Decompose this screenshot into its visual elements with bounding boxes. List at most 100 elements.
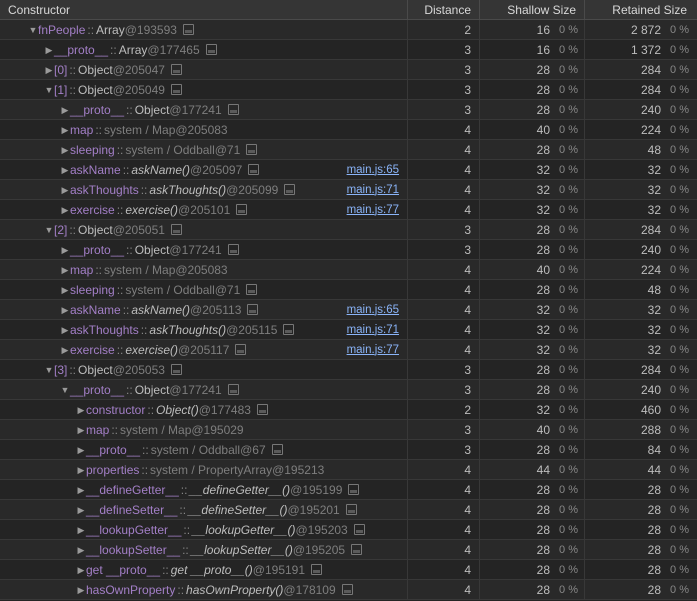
expand-right-icon[interactable]: ▶	[76, 580, 86, 599]
table-row[interactable]: ▶hasOwnProperty :: hasOwnProperty() @178…	[0, 580, 697, 600]
expand-right-icon[interactable]: ▶	[44, 40, 54, 59]
expand-right-icon[interactable]: ▶	[76, 480, 86, 499]
cell-distance: 4	[408, 260, 480, 279]
source-link[interactable]: main.js:65	[347, 160, 403, 179]
expand-right-icon[interactable]: ▶	[60, 160, 70, 179]
table-row[interactable]: ▶__proto__ :: Object @1772413280 %2400 %	[0, 240, 697, 260]
expand-right-icon[interactable]: ▶	[44, 60, 54, 79]
cell-shallow: 400 %	[480, 420, 585, 439]
expand-right-icon[interactable]: ▶	[60, 100, 70, 119]
table-row[interactable]: ▶askThoughts :: askThoughts() @205115mai…	[0, 320, 697, 340]
expand-down-icon[interactable]: ▼	[44, 220, 54, 239]
header-shallow[interactable]: Shallow Size	[480, 0, 585, 19]
source-link[interactable]: main.js:71	[347, 180, 403, 199]
table-row[interactable]: ▶__defineSetter__ :: __defineSetter__() …	[0, 500, 697, 520]
table-row[interactable]: ▶__proto__ :: Object @1772413280 %2400 %	[0, 100, 697, 120]
table-row[interactable]: ▶askName :: askName() @205113main.js:654…	[0, 300, 697, 320]
cell-constructor: ▶get __proto__ :: get __proto__() @19519…	[0, 560, 408, 579]
table-row[interactable]: ▶map :: system / Map @1950293400 %2880 %	[0, 420, 697, 440]
expand-right-icon[interactable]: ▶	[60, 140, 70, 159]
expand-right-icon[interactable]: ▶	[60, 280, 70, 299]
cell-distance: 4	[408, 460, 480, 479]
table-row[interactable]: ▶__proto__ :: system / Oddball @673280 %…	[0, 440, 697, 460]
table-row[interactable]: ▶[0] :: Object @2050473280 %2840 %	[0, 60, 697, 80]
expand-right-icon[interactable]: ▶	[76, 560, 86, 579]
type-label: Object	[135, 380, 170, 399]
source-link[interactable]: main.js:65	[347, 300, 403, 319]
cell-constructor: ▶__lookupSetter__ :: __lookupSetter__() …	[0, 540, 408, 559]
property-name: __proto__	[70, 380, 124, 399]
type-label: Object	[78, 360, 113, 379]
type-label: exercise()	[125, 340, 178, 359]
expand-right-icon[interactable]: ▶	[76, 420, 86, 439]
type-label: __defineSetter__()	[188, 500, 287, 519]
cell-constructor: ▶[0] :: Object @205047	[0, 60, 408, 79]
expand-down-icon[interactable]: ▼	[44, 80, 54, 99]
property-name: properties	[86, 460, 139, 479]
cell-retained: 1 3720 %	[585, 40, 695, 59]
type-label: Object	[78, 80, 113, 99]
expand-right-icon[interactable]: ▶	[76, 400, 86, 419]
table-row[interactable]: ▶exercise :: exercise() @205101main.js:7…	[0, 200, 697, 220]
cell-shallow: 280 %	[480, 480, 585, 499]
expand-right-icon[interactable]: ▶	[60, 120, 70, 139]
table-row[interactable]: ▶exercise :: exercise() @205117main.js:7…	[0, 340, 697, 360]
header-retained[interactable]: Retained Size	[585, 0, 695, 19]
cell-shallow: 320 %	[480, 200, 585, 219]
element-icon	[171, 224, 182, 235]
table-row[interactable]: ▶__lookupGetter__ :: __lookupGetter__() …	[0, 520, 697, 540]
object-address: @71	[215, 140, 241, 159]
expand-down-icon[interactable]: ▼	[28, 20, 38, 39]
type-label: get __proto__()	[171, 560, 253, 579]
expand-right-icon[interactable]: ▶	[60, 200, 70, 219]
table-row[interactable]: ▼[3] :: Object @2050533280 %2840 %	[0, 360, 697, 380]
expand-right-icon[interactable]: ▶	[76, 440, 86, 459]
cell-constructor: ▶__lookupGetter__ :: __lookupGetter__() …	[0, 520, 408, 539]
table-row[interactable]: ▼[1] :: Object @2050493280 %2840 %	[0, 80, 697, 100]
expand-right-icon[interactable]: ▶	[76, 520, 86, 539]
expand-right-icon[interactable]: ▶	[76, 460, 86, 479]
table-row[interactable]: ▶sleeping :: system / Oddball @714280 %4…	[0, 140, 697, 160]
table-row[interactable]: ▼__proto__ :: Object @1772413280 %2400 %	[0, 380, 697, 400]
expand-right-icon[interactable]: ▶	[76, 540, 86, 559]
header-distance[interactable]: Distance	[408, 0, 480, 19]
table-row[interactable]: ▶askThoughts :: askThoughts() @205099mai…	[0, 180, 697, 200]
cell-shallow: 280 %	[480, 100, 585, 119]
table-row[interactable]: ▶map :: system / Map @2050834400 %2240 %	[0, 260, 697, 280]
source-link[interactable]: main.js:77	[347, 200, 403, 219]
expand-right-icon[interactable]: ▶	[76, 500, 86, 519]
table-row[interactable]: ▶sleeping :: system / Oddball @714280 %4…	[0, 280, 697, 300]
table-row[interactable]: ▶askName :: askName() @205097main.js:654…	[0, 160, 697, 180]
expand-down-icon[interactable]: ▼	[60, 380, 70, 399]
cell-shallow: 320 %	[480, 320, 585, 339]
table-row[interactable]: ▶get __proto__ :: get __proto__() @19519…	[0, 560, 697, 580]
table-row[interactable]: ▶map :: system / Map @2050834400 %2240 %	[0, 120, 697, 140]
cell-constructor: ▶map :: system / Map @205083	[0, 260, 408, 279]
expand-right-icon[interactable]: ▶	[60, 260, 70, 279]
table-row[interactable]: ▶__proto__ :: Array @1774653160 %1 3720 …	[0, 40, 697, 60]
cell-distance: 3	[408, 440, 480, 459]
element-icon	[284, 184, 295, 195]
expand-right-icon[interactable]: ▶	[60, 340, 70, 359]
table-row[interactable]: ▶properties :: system / PropertyArray @1…	[0, 460, 697, 480]
type-label: askThoughts()	[149, 320, 226, 339]
expand-right-icon[interactable]: ▶	[60, 320, 70, 339]
source-link[interactable]: main.js:71	[347, 320, 403, 339]
expand-down-icon[interactable]: ▼	[44, 360, 54, 379]
cell-shallow: 400 %	[480, 260, 585, 279]
table-row[interactable]: ▶constructor :: Object() @1774832320 %46…	[0, 400, 697, 420]
expand-right-icon[interactable]: ▶	[60, 180, 70, 199]
table-row[interactable]: ▼[2] :: Object @2050513280 %2840 %	[0, 220, 697, 240]
cell-distance: 4	[408, 340, 480, 359]
table-row[interactable]: ▶__defineGetter__ :: __defineGetter__() …	[0, 480, 697, 500]
header-constructor[interactable]: Constructor	[0, 0, 408, 19]
object-address: @193593	[125, 20, 177, 39]
source-link[interactable]: main.js:77	[347, 340, 403, 359]
table-row[interactable]: ▶__lookupSetter__ :: __lookupSetter__() …	[0, 540, 697, 560]
table-row[interactable]: ▼fnPeople :: Array @1935932160 %2 8720 %	[0, 20, 697, 40]
type-label: exercise()	[125, 200, 178, 219]
expand-right-icon[interactable]: ▶	[60, 240, 70, 259]
expand-right-icon[interactable]: ▶	[60, 300, 70, 319]
cell-constructor: ▶__proto__ :: Array @177465	[0, 40, 408, 59]
element-icon	[235, 344, 246, 355]
